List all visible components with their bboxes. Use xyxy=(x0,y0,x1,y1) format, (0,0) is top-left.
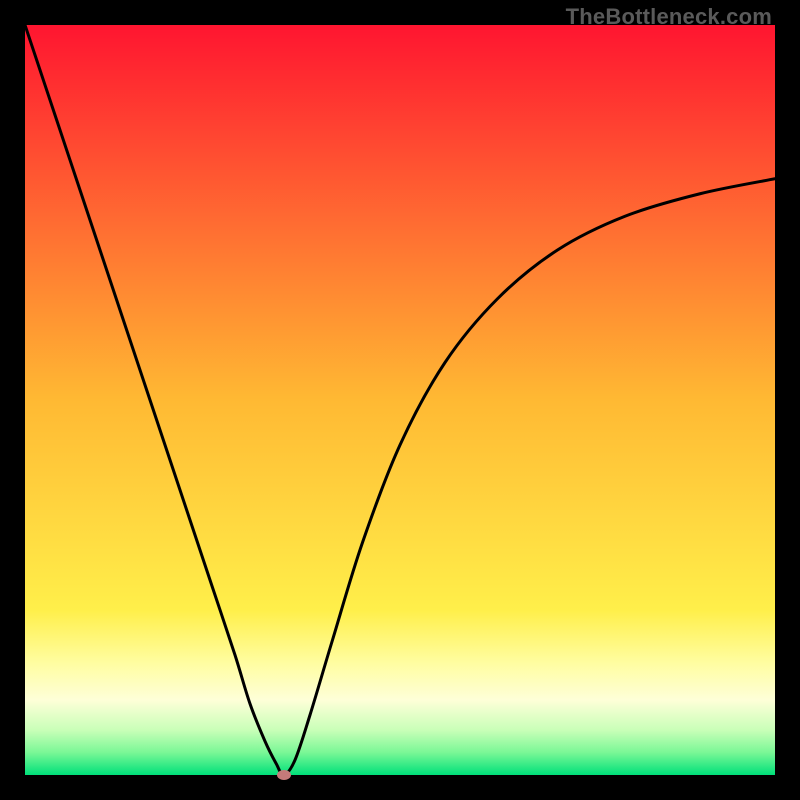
gradient-background xyxy=(25,25,775,775)
chart-frame xyxy=(25,25,775,775)
sweet-spot-marker xyxy=(277,770,291,780)
watermark-label: TheBottleneck.com xyxy=(566,4,772,30)
plot-svg xyxy=(25,25,775,775)
